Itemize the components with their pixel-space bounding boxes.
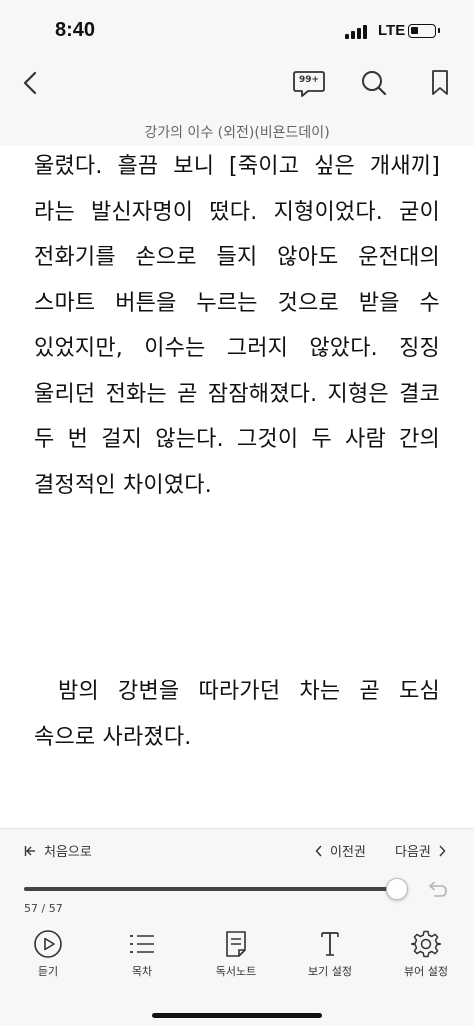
chevron-right-icon — [439, 845, 446, 856]
reading-content[interactable]: 울렸다. 흘끔 보니 [죽이고 싶은 개새끼]라는 발신자명이 떴다. 지형이었… — [0, 146, 474, 828]
go-first-label: 처음으로 — [44, 845, 92, 860]
tab-toc[interactable]: 목차 — [102, 929, 182, 979]
slider-thumb[interactable] — [386, 878, 408, 900]
chevron-left-icon — [315, 845, 322, 856]
top-navigation: 99+ — [0, 60, 474, 112]
tab-listen[interactable]: 듣기 — [8, 929, 88, 979]
tab-viewer-settings-label: 뷰어 설정 — [404, 965, 448, 978]
prev-volume-label: 이전권 — [330, 845, 366, 860]
bookmark-button[interactable] — [430, 69, 450, 101]
battery-icon — [408, 24, 440, 38]
volume-navigation: 처음으로 이전권 다음권 — [0, 841, 474, 861]
skip-first-icon — [24, 845, 35, 856]
page-count: 57 / 57 — [24, 902, 63, 915]
home-indicator — [152, 1013, 322, 1018]
tab-viewer-settings[interactable]: 뷰어 설정 — [386, 929, 466, 979]
tab-bar: 듣기 목차 독서노트 보기 설정 뷰어 설정 — [0, 929, 474, 989]
network-type: LTE — [378, 22, 406, 39]
status-time: 8:40 — [55, 19, 96, 41]
prev-volume-button[interactable]: 이전권 — [315, 841, 366, 860]
undo-position-button[interactable] — [425, 881, 449, 903]
search-icon — [362, 71, 387, 96]
next-volume-button[interactable]: 다음권 — [395, 841, 446, 860]
undo-icon — [429, 881, 447, 897]
text-settings-icon — [321, 932, 339, 956]
paragraph: 밤의 강변을 따라가던 차는 곧 도심 속으로 사라졌다. — [34, 679, 440, 750]
tab-view-settings-label: 보기 설정 — [308, 965, 352, 978]
tab-view-settings[interactable]: 보기 설정 — [290, 929, 370, 979]
bookmark-icon — [432, 70, 448, 95]
status-bar: 8:40 LTE — [0, 0, 474, 60]
go-first-button[interactable]: 처음으로 — [24, 841, 92, 860]
book-title: 강가의 이수 (외전)(비욘드데이) — [144, 125, 330, 141]
comments-badge: 99+ — [298, 75, 320, 85]
list-icon — [130, 935, 154, 953]
tab-reading-notes[interactable]: 독서노트 — [196, 929, 276, 979]
tab-reading-notes-label: 독서노트 — [215, 965, 257, 978]
comments-button[interactable]: 99+ — [292, 69, 326, 103]
search-button[interactable] — [360, 69, 388, 101]
paragraph: 울렸다. 흘끔 보니 [죽이고 싶은 개새끼]라는 발신자명이 떴다. 지형이었… — [34, 154, 440, 498]
note-icon — [226, 931, 246, 957]
gear-icon — [411, 930, 441, 958]
cellular-signal-icon — [345, 25, 371, 39]
tab-listen-label: 듣기 — [37, 965, 59, 978]
next-volume-label: 다음권 — [395, 845, 431, 860]
back-button[interactable] — [20, 70, 42, 100]
play-circle-icon — [34, 930, 62, 958]
tab-toc-label: 목차 — [131, 965, 153, 978]
progress-slider[interactable] — [24, 878, 408, 900]
bottom-panel: 처음으로 이전권 다음권 57 / 57 듣기 목차 독서노트 보기 설정 뷰어… — [0, 828, 474, 1026]
chevron-left-icon — [23, 71, 37, 95]
